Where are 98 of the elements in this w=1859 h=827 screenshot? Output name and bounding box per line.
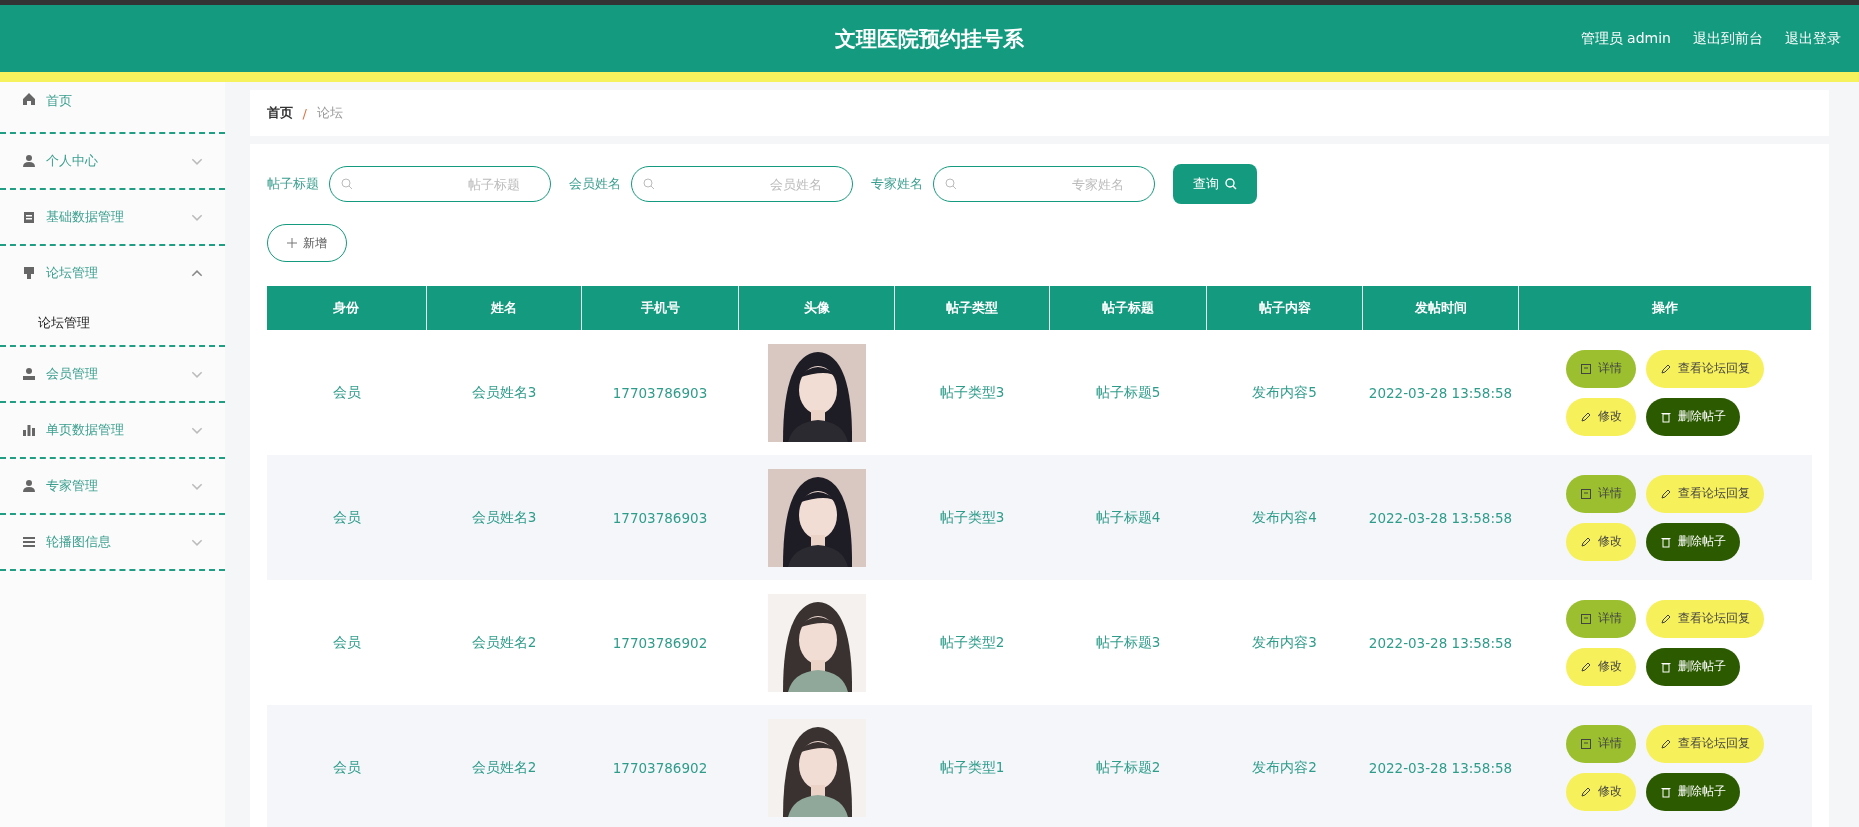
trash-icon [1660, 660, 1672, 673]
table-cell: 会员姓名3 [471, 383, 537, 400]
table-cell: 会员 [332, 758, 361, 775]
table-cell: 17703786903 [612, 509, 708, 526]
reply-button[interactable]: 查看论坛回复 [1646, 474, 1764, 513]
delete-button[interactable]: 删除帖子 [1646, 397, 1740, 436]
table-cell: 帖子标题3 [1095, 633, 1161, 650]
search-button[interactable]: 查询 [1172, 164, 1257, 204]
trash-icon [1660, 535, 1672, 548]
table-cell: 17703786902 [612, 634, 708, 651]
table-cell: 帖子类型2 [939, 633, 1005, 650]
search-icon [642, 178, 655, 190]
user-label: 管理员 admin [1580, 29, 1671, 48]
add-button[interactable]: 新增 [266, 224, 347, 262]
table-cell: 2022-03-28 13:58:58 [1368, 509, 1513, 526]
document-icon [1580, 487, 1592, 500]
column-header: 发帖时间 [1362, 286, 1519, 330]
table-cell: 发布内容3 [1252, 633, 1317, 650]
table-cell: 会员 [332, 508, 361, 525]
table-cell: 会员姓名2 [471, 758, 537, 775]
edit-button[interactable]: 修改 [1566, 397, 1636, 436]
detail-button[interactable]: 详情 [1566, 599, 1636, 638]
column-header: 帖子内容 [1206, 286, 1363, 330]
search-field[interactable]: 帖子标题 [328, 166, 551, 202]
table-cell: 17703786902 [612, 759, 708, 776]
detail-button[interactable]: 详情 [1566, 474, 1636, 513]
search-field[interactable]: 专家姓名 [932, 166, 1155, 202]
column-header: 姓名 [426, 286, 582, 330]
edit-button[interactable]: 修改 [1566, 647, 1636, 686]
pencil-icon [1660, 737, 1672, 750]
menu-item-icon [22, 479, 36, 493]
delete-button[interactable]: 删除帖子 [1646, 772, 1740, 811]
column-header: 操作 [1518, 286, 1812, 330]
column-header: 头像 [738, 286, 895, 330]
column-header: 帖子标题 [1049, 286, 1207, 330]
table-cell: 帖子类型3 [939, 383, 1005, 400]
document-icon [1580, 737, 1592, 750]
table-cell: 会员 [332, 383, 361, 400]
reply-button[interactable]: 查看论坛回复 [1646, 724, 1764, 763]
table-cell: 帖子标题2 [1095, 758, 1161, 775]
breadcrumb-separator: / [302, 105, 307, 121]
table-cell: 帖子标题5 [1095, 383, 1161, 400]
pencil-icon [1580, 410, 1592, 423]
reply-button[interactable]: 查看论坛回复 [1646, 599, 1764, 638]
app-title: 文理医院预约挂号系 [835, 25, 1024, 53]
menu-item-icon [22, 154, 36, 168]
menu-item-icon [22, 367, 36, 381]
column-header: 手机号 [581, 286, 739, 330]
pencil-icon [1660, 487, 1672, 500]
table-cell: 17703786903 [612, 384, 708, 401]
pencil-icon [1580, 660, 1592, 673]
field-label: 会员姓名 [568, 175, 621, 193]
pencil-icon [1580, 785, 1592, 798]
pencil-icon [1660, 612, 1672, 625]
search-icon [944, 178, 957, 190]
header-link[interactable]: 退出到前台 [1693, 29, 1763, 48]
table-cell: 会员姓名2 [471, 633, 537, 650]
header-link[interactable]: 退出登录 [1785, 29, 1841, 48]
menu-item-icon [22, 92, 36, 106]
table-cell: 发布内容4 [1252, 508, 1317, 525]
table-cell: 2022-03-28 13:58:58 [1368, 384, 1513, 401]
trash-icon [1660, 410, 1672, 423]
search-field[interactable]: 会员姓名 [630, 166, 853, 202]
pencil-icon [1660, 362, 1672, 375]
table-cell: 会员 [332, 633, 361, 650]
reply-button[interactable]: 查看论坛回复 [1646, 349, 1764, 388]
menu-item-icon [22, 266, 36, 280]
table-cell: 帖子标题4 [1095, 508, 1161, 525]
column-header: 身份 [266, 286, 427, 330]
field-label: 帖子标题 [266, 175, 319, 193]
table-cell: 帖子类型1 [939, 758, 1005, 775]
menu-item-icon [22, 210, 36, 224]
search-icon [340, 178, 353, 190]
trash-icon [1660, 785, 1672, 798]
table-cell: 2022-03-28 13:58:58 [1368, 759, 1513, 776]
delete-button[interactable]: 删除帖子 [1646, 522, 1740, 561]
detail-button[interactable]: 详情 [1566, 349, 1636, 388]
edit-button[interactable]: 修改 [1566, 522, 1636, 561]
menu-item-icon [22, 535, 36, 549]
submenu-item[interactable]: 论坛管理 [38, 313, 90, 332]
plus-icon [286, 238, 297, 248]
field-label: 专家姓名 [870, 175, 923, 193]
table-cell: 发布内容2 [1252, 758, 1317, 775]
delete-button[interactable]: 删除帖子 [1646, 647, 1740, 686]
document-icon [1580, 362, 1592, 375]
breadcrumb-item: 论坛 [316, 104, 343, 122]
table-cell: 帖子类型3 [939, 508, 1005, 525]
table-cell: 会员姓名3 [471, 508, 537, 525]
search-icon [1224, 178, 1237, 190]
table-cell: 2022-03-28 13:58:58 [1368, 634, 1513, 651]
menu-item-icon [22, 423, 36, 437]
column-header: 帖子类型 [894, 286, 1050, 330]
table-cell: 发布内容5 [1252, 383, 1317, 400]
edit-button[interactable]: 修改 [1566, 772, 1636, 811]
pencil-icon [1580, 535, 1592, 548]
document-icon [1580, 612, 1592, 625]
breadcrumb-item[interactable]: 首页 [266, 104, 293, 122]
detail-button[interactable]: 详情 [1566, 724, 1636, 763]
